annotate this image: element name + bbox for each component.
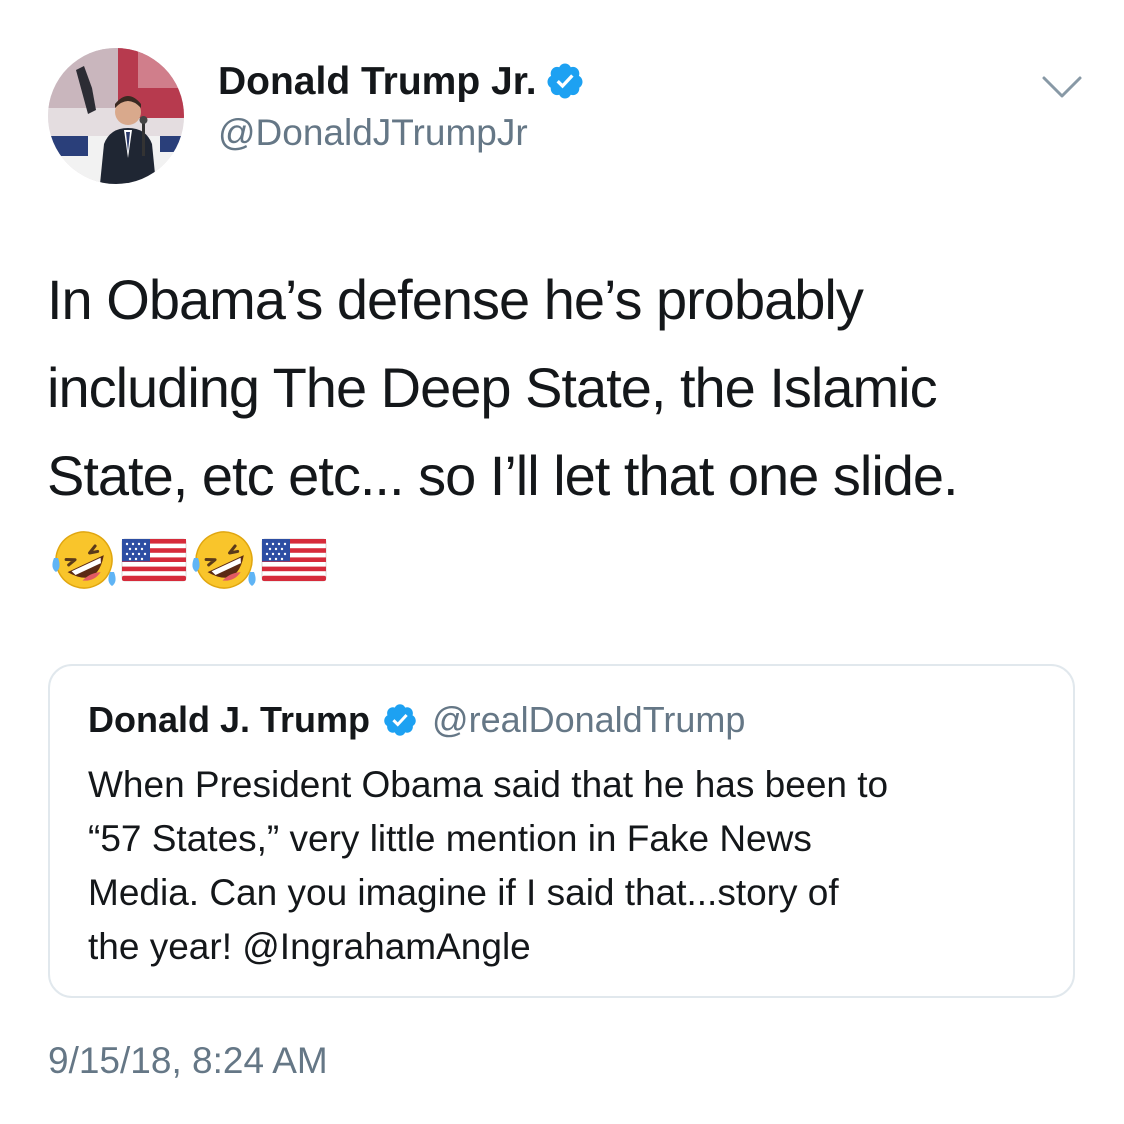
profile-photo-icon	[48, 48, 184, 184]
rolling-on-floor-laughing-emoji-icon	[192, 531, 256, 589]
tweet-text-line: In Obama’s defense he’s probably	[47, 268, 864, 331]
rolling-on-floor-laughing-emoji-icon	[52, 531, 116, 589]
us-flag-emoji-icon	[121, 538, 187, 582]
quoted-tweet-text-line: the year! @IngrahamAngle	[88, 926, 531, 967]
tweet-text-line: including The Deep State, the Islamic	[47, 356, 938, 419]
quoted-author-handle: @realDonaldTrump	[432, 699, 746, 740]
tweet-header: Donald Trump Jr. @DonaldJTrumpJr	[0, 0, 1124, 200]
quoted-tweet-text: When President Obama said that he has be…	[88, 758, 1048, 974]
quoted-tweet-header: Donald J. Trump @realDonaldTrump	[88, 696, 745, 744]
author-handle[interactable]: @DonaldJTrumpJr	[218, 110, 528, 156]
tweet-text-line: State, etc etc... so I’ll let that one s…	[47, 444, 959, 507]
author-name[interactable]: Donald Trump Jr.	[218, 58, 585, 106]
quoted-tweet-text-line: When President Obama said that he has be…	[88, 764, 889, 805]
chevron-down-icon[interactable]	[1040, 72, 1084, 102]
quoted-tweet-text-line: Media. Can you imagine if I said that...…	[88, 872, 839, 913]
author-name-text: Donald Trump Jr.	[218, 60, 537, 103]
verified-badge-icon	[547, 63, 583, 99]
quoted-tweet-card[interactable]: Donald J. Trump @realDonaldTrump When Pr…	[48, 664, 1075, 998]
tweet-timestamp[interactable]: 9/15/18, 8:24 AM	[48, 1036, 328, 1086]
quoted-tweet-text-line: “57 States,” very little mention in Fake…	[88, 818, 812, 859]
author-avatar[interactable]	[48, 48, 184, 184]
quoted-author-name: Donald J. Trump	[88, 699, 371, 740]
verified-badge-icon	[384, 704, 416, 736]
tweet-text: In Obama’s defense he’s probably includi…	[47, 256, 1087, 520]
us-flag-emoji-icon	[261, 538, 327, 582]
emoji-row	[50, 528, 328, 592]
